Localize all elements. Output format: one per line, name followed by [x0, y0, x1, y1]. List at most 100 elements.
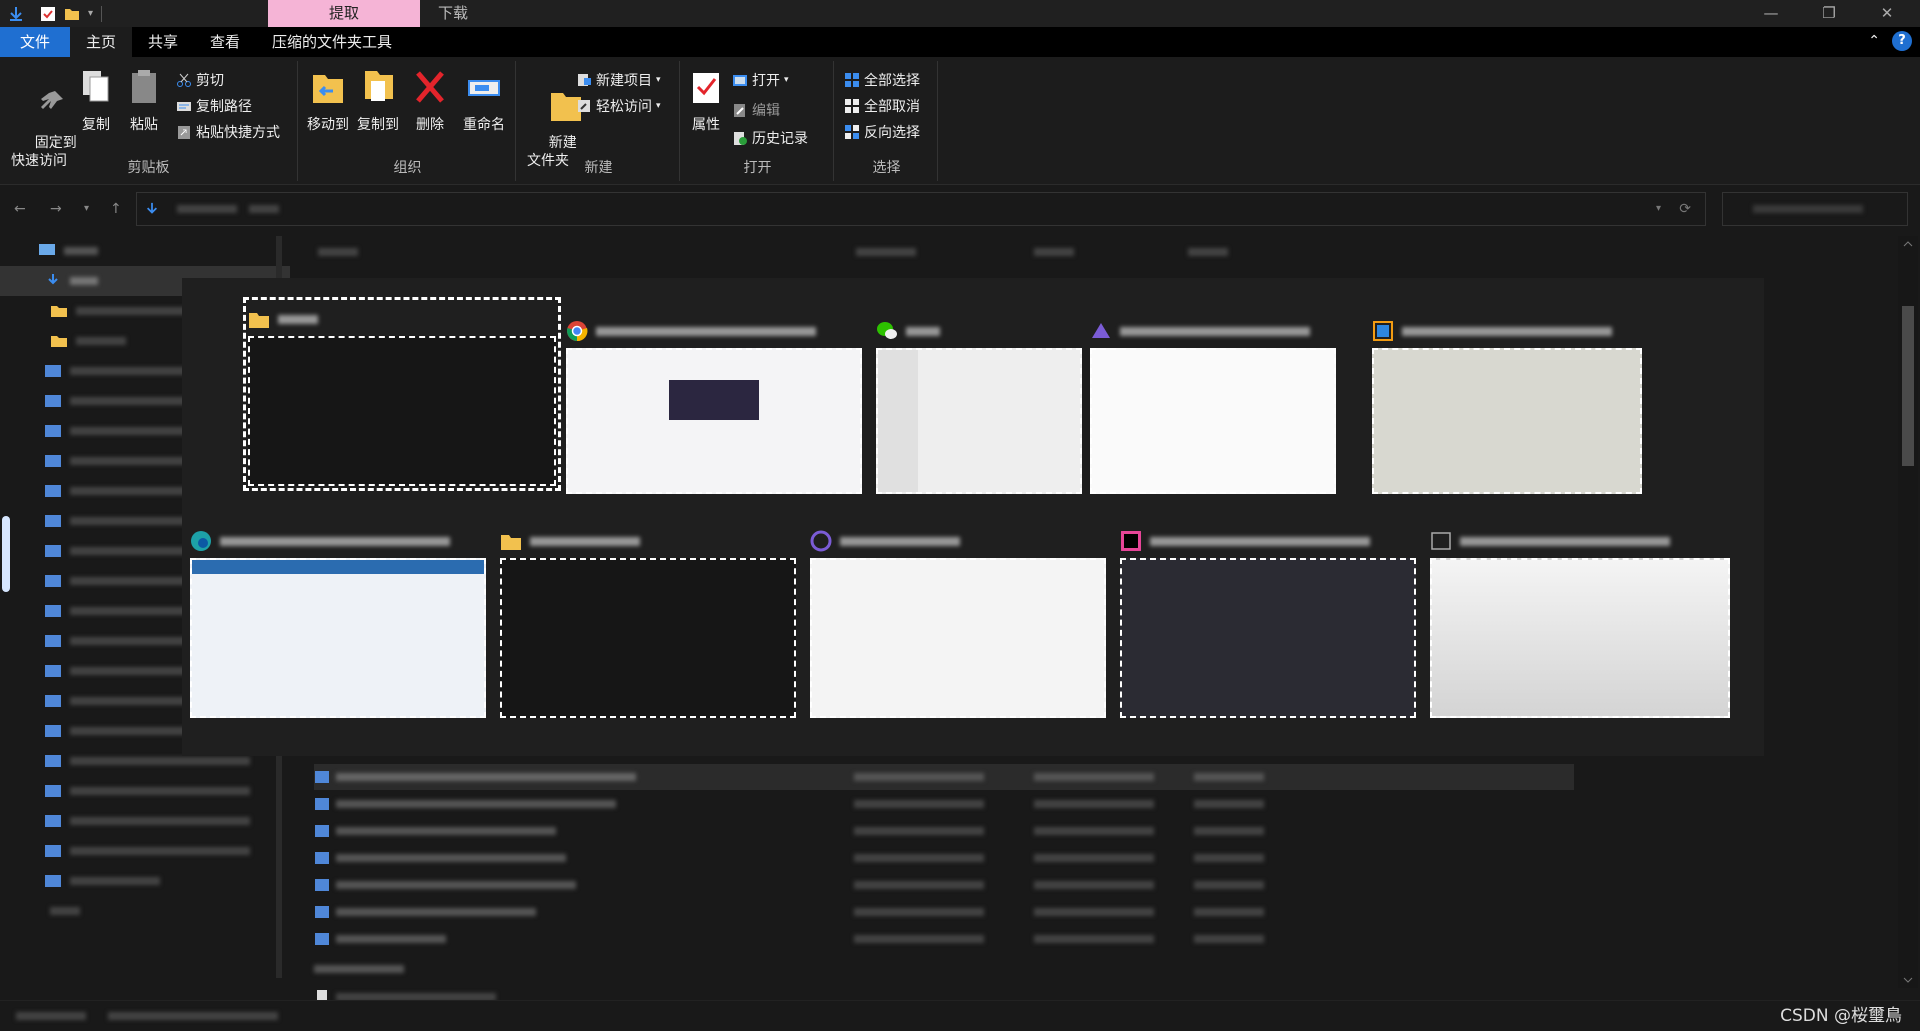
search-input[interactable]	[1722, 192, 1908, 226]
tab-view[interactable]: 查看	[194, 27, 256, 57]
open-button[interactable]: 打开 ▾	[732, 69, 789, 91]
file-list-scrollbar[interactable]	[1898, 236, 1918, 988]
switcher-item-editor[interactable]	[1090, 314, 1336, 494]
tab-share[interactable]: 共享	[132, 27, 194, 57]
copy-label: 复制	[82, 117, 110, 133]
copy-to-button[interactable]: 复制到	[354, 67, 402, 134]
select-all-button[interactable]: 全部选择	[844, 69, 920, 91]
forward-arrow-icon[interactable]: →	[50, 192, 62, 226]
properties-check-icon[interactable]	[40, 6, 56, 22]
download-folder-icon	[48, 274, 58, 285]
column-header-size[interactable]	[1188, 248, 1228, 256]
properties-icon	[693, 73, 719, 103]
back-arrow-icon[interactable]: ←	[14, 192, 26, 226]
table-row[interactable]	[314, 899, 1574, 925]
download-arrow-icon[interactable]	[8, 6, 24, 22]
copy-path-button[interactable]: 复制路径	[176, 95, 252, 117]
nav-item[interactable]	[0, 866, 290, 896]
switcher-item-chrome[interactable]	[566, 314, 862, 494]
group-open-label: 打开	[743, 160, 772, 176]
copy-to-label: 复制到	[357, 117, 399, 133]
table-row[interactable]	[314, 872, 1574, 898]
edit-button[interactable]: 编辑	[732, 99, 780, 121]
nav-item[interactable]	[0, 896, 290, 926]
new-item-button[interactable]: 新建项目 ▾	[576, 69, 661, 91]
explorer-preview	[248, 336, 556, 486]
archive-icon	[45, 545, 61, 557]
paste-button[interactable]: 粘贴	[124, 67, 164, 134]
select-none-button[interactable]: 全部取消	[844, 95, 920, 117]
tab-compressed-folder-tools[interactable]: 压缩的文件夹工具	[256, 27, 408, 57]
new-folder-icon[interactable]	[64, 6, 80, 22]
rename-button[interactable]: 重命名	[458, 67, 510, 134]
task-switcher	[182, 278, 1764, 756]
archive-icon	[45, 875, 61, 887]
copy-icon	[83, 71, 109, 102]
copy-button[interactable]: 复制	[76, 67, 116, 134]
switcher-item-explorer[interactable]	[243, 297, 561, 491]
archive-icon	[45, 665, 61, 677]
nav-item[interactable]	[0, 776, 290, 806]
chrome-icon	[567, 321, 588, 342]
settings-app-icon	[1373, 321, 1393, 341]
switcher-item-explorer-2[interactable]	[500, 524, 796, 718]
paste-icon	[132, 70, 156, 103]
nav-item[interactable]	[0, 236, 290, 266]
ide-preview	[1120, 558, 1416, 718]
table-row[interactable]	[314, 764, 1574, 790]
column-header-type[interactable]	[1034, 248, 1074, 256]
switcher-item-windows[interactable]	[1372, 314, 1642, 494]
help-icon[interactable]: ?	[1892, 31, 1912, 51]
cut-label: 剪切	[196, 73, 224, 89]
archive-icon	[45, 425, 61, 437]
app-icon-purple	[1092, 323, 1110, 338]
easy-access-label: 轻松访问	[596, 99, 652, 115]
switcher-item-wechat[interactable]	[876, 314, 1082, 494]
quick-access-dropdown-icon[interactable]: ▾	[88, 8, 93, 19]
switcher-item-blank[interactable]	[1430, 524, 1730, 718]
archive-icon	[45, 755, 61, 767]
table-row[interactable]	[314, 845, 1574, 871]
context-tab-extract[interactable]: 提取	[268, 0, 420, 27]
switcher-item-edge[interactable]	[190, 524, 486, 718]
wechat-icon	[877, 322, 897, 339]
status-selection	[108, 1012, 278, 1020]
recent-locations-icon[interactable]: ▾	[84, 192, 89, 226]
easy-access-button[interactable]: 轻松访问 ▾	[576, 95, 661, 117]
table-row[interactable]	[314, 791, 1574, 817]
restore-button[interactable]: ❐	[1800, 0, 1858, 27]
history-button[interactable]: 历史记录	[732, 127, 808, 149]
paste-shortcut-button[interactable]: 粘贴快捷方式	[176, 121, 280, 143]
refresh-icon[interactable]: ⟳	[1679, 193, 1691, 225]
status-bar: CSDN @桜璽鳥	[0, 1000, 1920, 1030]
cut-button[interactable]: 剪切	[176, 69, 224, 91]
editor-preview	[1090, 348, 1336, 494]
address-path-blurred	[177, 205, 237, 213]
delete-button[interactable]: 删除	[410, 67, 450, 134]
archive-icon	[45, 635, 61, 647]
invert-selection-button[interactable]: 反向选择	[844, 121, 920, 143]
tab-home[interactable]: 主页	[70, 27, 133, 57]
column-header-name[interactable]	[318, 248, 358, 256]
minimize-button[interactable]: —	[1742, 0, 1800, 27]
table-row[interactable]	[314, 926, 1574, 952]
nav-item[interactable]	[0, 806, 290, 836]
nav-item[interactable]	[0, 836, 290, 866]
address-dropdown-icon[interactable]: ▾	[1656, 193, 1661, 225]
address-field[interactable]: ▾ ⟳	[136, 192, 1706, 226]
table-row[interactable]	[314, 818, 1574, 844]
history-label: 历史记录	[752, 131, 808, 147]
move-to-button[interactable]: 移动到	[304, 67, 352, 134]
collapse-ribbon-icon[interactable]: ⌃	[1868, 33, 1880, 49]
column-header-date[interactable]	[856, 248, 916, 256]
window-icon	[1431, 532, 1451, 550]
group-header-row[interactable]	[314, 956, 1574, 982]
tab-file[interactable]: 文件	[0, 27, 70, 57]
archive-icon	[45, 605, 61, 617]
close-button[interactable]: ✕	[1858, 0, 1916, 27]
sidebar-drag-handle[interactable]	[2, 516, 10, 592]
switcher-item-ide[interactable]	[1120, 524, 1416, 718]
switcher-item-app[interactable]	[810, 524, 1106, 718]
properties-button[interactable]: 属性	[686, 67, 726, 134]
up-arrow-icon[interactable]: ↑	[110, 192, 122, 226]
